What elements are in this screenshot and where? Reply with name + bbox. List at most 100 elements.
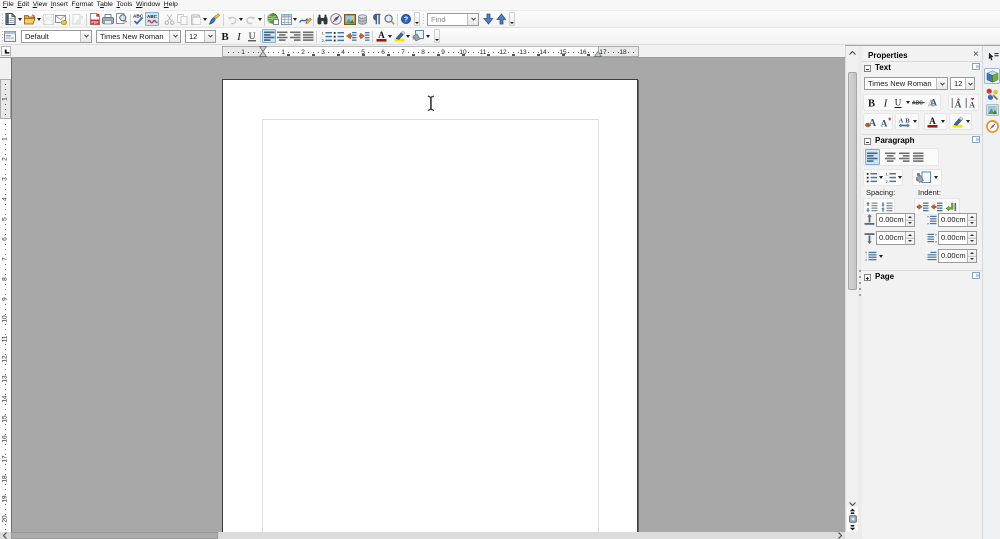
- sidebar-close-button[interactable]: ×: [973, 50, 979, 60]
- background-color-button[interactable]: [412, 30, 424, 42]
- hyperlink-button[interactable]: [267, 13, 279, 25]
- right-indent-marker[interactable]: [593, 50, 603, 59]
- decrease-indent-button[interactable]: [346, 30, 357, 42]
- line-spacing-button[interactable]: [864, 249, 877, 264]
- tab-properties[interactable]: [984, 68, 1000, 84]
- previous-page-button[interactable]: [847, 507, 858, 515]
- print-preview-button[interactable]: [116, 13, 127, 25]
- redo-button[interactable]: [246, 13, 257, 25]
- next-page-button[interactable]: [847, 523, 858, 531]
- show-draw-functions-button[interactable]: [299, 13, 312, 25]
- tab-stop-selector[interactable]: [1, 46, 11, 56]
- clone-formatting-button[interactable]: [209, 13, 220, 25]
- sidebar-increase-indent-button[interactable]: [915, 199, 929, 214]
- find-input[interactable]: Find: [427, 12, 479, 26]
- paragraph-style-combo[interactable]: Default: [21, 29, 92, 43]
- menu-view[interactable]: View: [31, 0, 49, 10]
- highlighting-button[interactable]: [394, 30, 405, 42]
- after-text-indent-spinbox[interactable]: 0.00cm: [938, 231, 977, 245]
- tab-styles-and-formatting[interactable]: [984, 86, 1000, 102]
- increase-indent-button[interactable]: [359, 30, 370, 42]
- toolbar-grip[interactable]: [1, 14, 4, 25]
- paragraph-background-dropdown[interactable]: [934, 176, 938, 179]
- insert-table-button[interactable]: [281, 13, 292, 25]
- paste-dropdown[interactable]: [203, 18, 207, 21]
- tab-navigator[interactable]: [984, 118, 1000, 134]
- find-toolbar-overflow[interactable]: [509, 12, 515, 26]
- sidebar-font-size-combo[interactable]: 12: [950, 77, 975, 90]
- chevron-down-icon[interactable]: [467, 13, 478, 25]
- data-sources-button[interactable]: [357, 13, 368, 25]
- vertical-scrollbar[interactable]: [845, 46, 858, 532]
- toolbar-overflow[interactable]: [414, 12, 420, 26]
- page-dialog-launcher-button[interactable]: [972, 272, 980, 279]
- email-document-button[interactable]: [55, 13, 67, 25]
- sidebar-bullet-list-button[interactable]: [865, 170, 878, 185]
- tab-gallery[interactable]: [984, 102, 1000, 118]
- zoom-button[interactable]: [384, 13, 395, 25]
- font-color-dropdown[interactable]: [941, 120, 945, 123]
- export-pdf-button[interactable]: PDF: [90, 13, 100, 25]
- vertical-ruler[interactable]: 1 1 2 3 4 5 6 7 8 9 10 11 12 13 14 15 16 17 18 19 20: [0, 58, 12, 532]
- spin-down-button[interactable]: [968, 256, 976, 262]
- sidebar-italic-button[interactable]: I: [879, 95, 891, 110]
- menu-format[interactable]: Format: [70, 0, 95, 10]
- open-dropdown[interactable]: [37, 18, 41, 21]
- new-document-button[interactable]: [5, 13, 16, 25]
- print-button[interactable]: [102, 13, 114, 25]
- find-previous-button[interactable]: [495, 13, 507, 25]
- sidebar-settings-button[interactable]: [987, 51, 999, 61]
- open-button[interactable]: [24, 13, 36, 25]
- align-left-button[interactable]: [262, 29, 276, 43]
- sidebar-align-right-button[interactable]: [897, 149, 911, 165]
- sidebar-bold-button[interactable]: B: [865, 95, 878, 110]
- sidebar-align-left-button[interactable]: [865, 149, 880, 165]
- find-next-button[interactable]: [482, 13, 494, 25]
- bullet-list-dropdown[interactable]: [879, 176, 883, 179]
- numbered-list-dropdown[interactable]: [898, 176, 902, 179]
- sidebar-numbered-list-button[interactable]: 1. 2.: [884, 170, 897, 185]
- first-line-indent-spinbox[interactable]: 0.00cm: [938, 249, 977, 263]
- spin-down-button[interactable]: [906, 238, 914, 244]
- sidebar-font-color-button[interactable]: A: [926, 114, 939, 129]
- hanging-indent-button[interactable]: [943, 199, 957, 214]
- insert-table-dropdown[interactable]: [293, 18, 297, 21]
- spin-down-button[interactable]: [906, 220, 914, 226]
- sidebar-underline-button[interactable]: U: [892, 95, 904, 110]
- toolbar-grip[interactable]: [422, 14, 425, 25]
- styles-and-formatting-button[interactable]: [4, 30, 16, 42]
- redo-dropdown[interactable]: [258, 18, 262, 21]
- sidebar-justified-button[interactable]: [911, 149, 925, 165]
- paragraph-background-color-button[interactable]: [914, 170, 932, 185]
- highlighting-dropdown[interactable]: [406, 35, 410, 38]
- find-and-replace-button[interactable]: [317, 13, 328, 25]
- character-spacing-dropdown[interactable]: [913, 120, 917, 123]
- auto-spellcheck-button[interactable]: ABC: [145, 12, 159, 26]
- horizontal-scrollbar[interactable]: [0, 532, 845, 539]
- formatting-marks-button[interactable]: [371, 13, 382, 25]
- decrease-spacing-button[interactable]: [879, 199, 893, 214]
- chevron-down-icon[interactable]: [965, 78, 974, 89]
- copy-button[interactable]: [177, 13, 188, 25]
- chevron-down-icon[interactable]: [204, 30, 215, 42]
- gallery-button[interactable]: [344, 13, 356, 25]
- character-spacing-button[interactable]: AB: [897, 114, 911, 129]
- uppercase-button[interactable]: A: [864, 114, 878, 129]
- font-size-combo[interactable]: 12: [185, 29, 216, 43]
- menu-insert[interactable]: Insert: [49, 0, 70, 10]
- sidebar-shadow-button[interactable]: AA: [926, 95, 940, 110]
- below-paragraph-spacing-spinbox[interactable]: 0.00cm: [876, 231, 915, 245]
- navigation-button[interactable]: [847, 515, 858, 523]
- menu-tools[interactable]: Tools: [115, 0, 134, 10]
- paragraph-section-collapse-button[interactable]: [864, 138, 871, 145]
- edit-file-button[interactable]: [72, 13, 83, 25]
- increase-spacing-button[interactable]: [864, 199, 878, 214]
- chevron-down-icon[interactable]: [936, 78, 947, 89]
- help-button[interactable]: ?: [401, 13, 411, 25]
- new-document-dropdown[interactable]: [18, 18, 22, 21]
- scroll-right-button[interactable]: [835, 532, 845, 539]
- background-color-dropdown[interactable]: [426, 35, 430, 38]
- menu-help[interactable]: Help: [162, 0, 180, 10]
- font-name-combo[interactable]: Times New Roman: [96, 29, 181, 43]
- bold-button[interactable]: B: [219, 30, 231, 42]
